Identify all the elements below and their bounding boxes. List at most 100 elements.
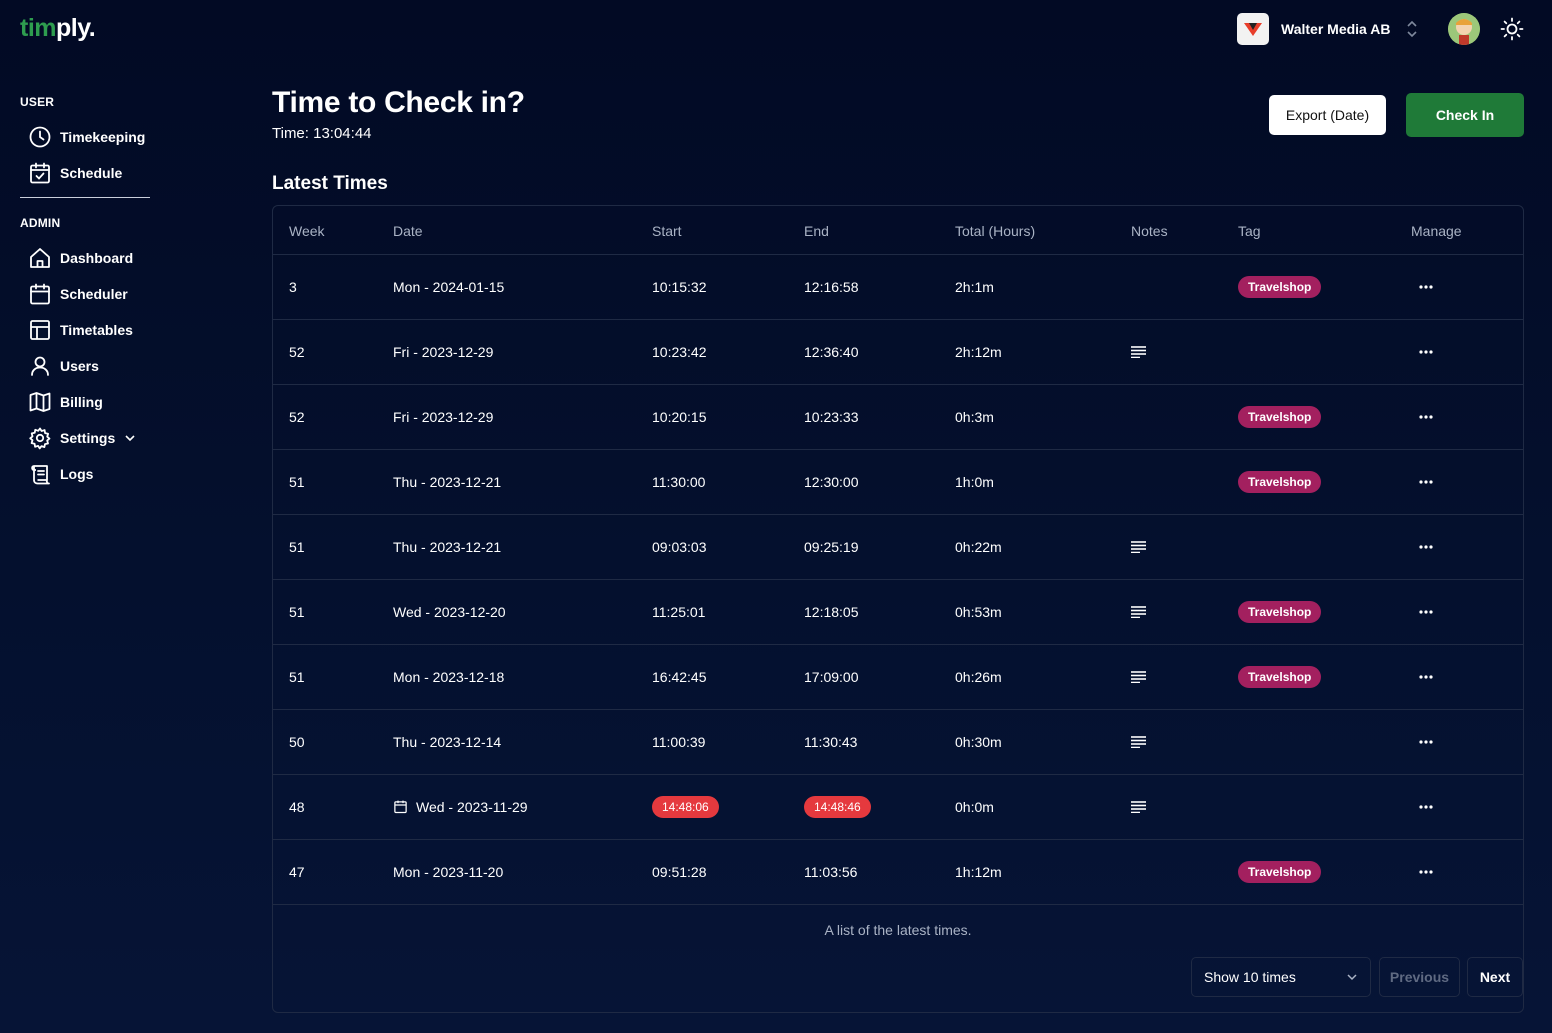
notes-icon[interactable] (1131, 606, 1146, 618)
week-cell: 48 (289, 799, 305, 815)
home-icon (30, 248, 50, 268)
more-options-icon[interactable] (1413, 474, 1439, 490)
more-options-icon[interactable] (1413, 409, 1439, 425)
end-cell: 10:23:33 (804, 409, 859, 425)
times-table: Week Date Start End Total (Hours) Notes … (272, 205, 1524, 1013)
logo-part2: ply. (56, 14, 96, 42)
sidebar-item-label: Timekeeping (60, 129, 146, 145)
total-cell: 0h:0m (955, 799, 994, 815)
column-header-notes: Notes (1131, 223, 1168, 239)
notes-icon[interactable] (1131, 801, 1146, 813)
sidebar-item-logs[interactable]: Logs (28, 462, 93, 486)
week-cell: 47 (289, 864, 305, 880)
notes-icon[interactable] (1131, 541, 1146, 553)
table-row: 52 Fri - 2023-12-29 10:20:15 10:23:33 0h:3m T… (273, 385, 1523, 450)
date-cell: Mon - 2023-12-18 (393, 669, 505, 685)
more-options-icon[interactable] (1413, 279, 1439, 295)
chevron-up-down-icon (1407, 20, 1417, 38)
tag-badge: Travelshop (1238, 601, 1322, 623)
sidebar-item-billing[interactable]: Billing (28, 390, 103, 414)
clock-icon (29, 126, 51, 148)
page-title: Time to Check in? (272, 86, 525, 119)
week-cell: 50 (289, 734, 305, 750)
total-cell: 0h:3m (955, 409, 994, 425)
start-cell: 11:00:39 (652, 734, 706, 750)
date-cell: Thu - 2023-12-21 (393, 539, 502, 555)
page-size-label: Show 10 times (1204, 969, 1296, 985)
chevron-down-icon (125, 435, 135, 442)
user-icon (31, 356, 49, 376)
end-cell: 17:09:00 (804, 669, 859, 685)
tag-badge: Travelshop (1238, 861, 1322, 883)
sidebar-item-label: Billing (60, 394, 103, 410)
table-row: 51 Thu - 2023-12-21 09:03:03 09:25:19 0h:22m (273, 515, 1523, 580)
more-options-icon[interactable] (1413, 344, 1439, 360)
table-row: 52 Fri - 2023-12-29 10:23:42 12:36:40 2h:12m (273, 320, 1523, 385)
start-cell: 09:03:03 (652, 539, 707, 555)
tag-badge: Travelshop (1238, 666, 1322, 688)
previous-button[interactable]: Previous (1379, 957, 1460, 997)
scroll-icon (31, 465, 50, 485)
user-avatar[interactable] (1448, 13, 1480, 45)
more-options-icon[interactable] (1413, 799, 1439, 815)
date-cell: Mon - 2023-11-20 (393, 864, 504, 880)
sidebar-item-label: Dashboard (60, 250, 134, 266)
table-caption: A list of the latest times. (824, 922, 972, 938)
sidebar-item-label: Logs (60, 466, 94, 482)
column-header-tag: Tag (1238, 223, 1261, 239)
sidebar-item-dashboard[interactable]: Dashboard (28, 246, 133, 270)
sidebar-item-scheduler[interactable]: Scheduler (28, 282, 128, 306)
table-row: 3 Mon - 2024-01-15 10:15:32 12:16:58 2h:1m Tr… (273, 255, 1523, 320)
sun-icon[interactable] (1500, 17, 1524, 41)
total-cell: 0h:30m (955, 734, 1002, 750)
sidebar-item-timetables[interactable]: Timetables (28, 318, 133, 342)
end-cell: 11:03:56 (804, 864, 858, 880)
end-cell: 09:25:19 (804, 539, 859, 555)
column-header-manage: Manage (1411, 223, 1462, 239)
week-cell: 51 (289, 669, 305, 685)
sidebar-item-settings[interactable]: Settings (28, 426, 136, 450)
sidebar-heading-admin: ADMIN (20, 216, 61, 230)
more-options-icon[interactable] (1413, 864, 1439, 880)
total-cell: 1h:0m (955, 474, 994, 490)
logo-part1: tim (20, 14, 57, 42)
calendar-check-icon (30, 162, 50, 184)
more-options-icon[interactable] (1413, 539, 1439, 555)
start-cell: 11:25:01 (652, 604, 706, 620)
table-icon (30, 320, 50, 340)
sidebar-item-users[interactable]: Users (28, 354, 99, 378)
sidebar-item-schedule[interactable]: Schedule (28, 161, 122, 185)
page-size-select[interactable]: Show 10 times (1191, 957, 1371, 997)
total-cell: 0h:53m (955, 604, 1002, 620)
more-options-icon[interactable] (1413, 669, 1439, 685)
end-cell: 11:30:43 (804, 734, 858, 750)
more-options-icon[interactable] (1413, 734, 1439, 750)
check-in-button[interactable]: Check In (1406, 93, 1524, 137)
org-switcher[interactable]: Walter Media AB (1237, 13, 1417, 45)
start-cell: 11:30:00 (652, 474, 706, 490)
date-cell: Fri - 2023-12-29 (393, 409, 494, 425)
sidebar-divider (20, 197, 150, 198)
notes-icon[interactable] (1131, 346, 1146, 358)
total-cell: 1h:12m (955, 864, 1002, 880)
end-time-alert-badge: 14:48:46 (804, 796, 871, 818)
notes-icon[interactable] (1131, 671, 1146, 683)
calendar-icon (394, 800, 407, 814)
next-button[interactable]: Next (1467, 957, 1523, 997)
week-cell: 51 (289, 604, 305, 620)
sidebar-item-timekeeping[interactable]: Timekeeping (28, 125, 145, 149)
date-cell: Thu - 2023-12-14 (393, 734, 502, 750)
column-header-date: Date (393, 223, 423, 239)
notes-icon[interactable] (1131, 736, 1146, 748)
app-logo[interactable]: timply. (20, 14, 96, 43)
gear-icon (29, 427, 51, 450)
week-cell: 52 (289, 344, 305, 360)
more-options-icon[interactable] (1413, 604, 1439, 620)
sidebar-item-label: Users (60, 358, 99, 374)
map-icon (29, 392, 51, 412)
column-header-total: Total (Hours) (955, 223, 1036, 239)
export-date-button[interactable]: Export (Date) (1269, 95, 1386, 135)
column-header-end: End (804, 223, 829, 239)
date-cell: Wed - 2023-11-29 (416, 799, 528, 815)
tag-badge: Travelshop (1238, 406, 1322, 428)
